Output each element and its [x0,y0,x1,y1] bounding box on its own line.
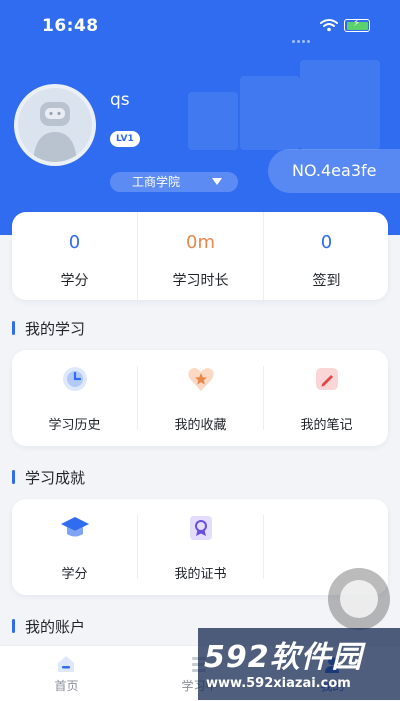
stat-credits[interactable]: 0 学分 [12,212,137,300]
user-number: NO.4ea3fe [292,161,377,180]
stat-value: 0 [320,232,333,253]
header-decoration [300,60,380,150]
study-history-item[interactable]: 学习历史 [12,350,137,446]
achievements-card: 学分 我的证书 [12,499,388,595]
heart-star-icon [188,368,214,391]
stat-label: 学习时长 [172,273,229,289]
user-number-badge: NO.4ea3fe [268,149,400,193]
divider [263,515,264,579]
watermark-url: www.592xiazai.com [206,676,351,691]
status-time: 16:48 [42,16,99,36]
stats-card: 0 学分 0m 学习时长 0 签到 [12,212,388,300]
item-label: 学习历史 [48,418,101,433]
note-pencil-icon [316,368,338,390]
tab-home[interactable]: 首页 [0,646,133,701]
watermark-brand: 592软件园 [204,640,363,675]
tab-label: 首页 [54,679,79,693]
default-avatar-icon [33,102,77,162]
assistive-touch-button[interactable] [328,568,390,630]
battery-icon: ⚡ [344,18,370,32]
avatar[interactable] [14,84,96,166]
graduation-cap-icon [61,517,89,537]
credits-item[interactable]: 学分 [12,499,137,595]
header-decoration [188,92,238,150]
username: qs [110,90,130,110]
status-bar: 16:48 ⚡ [0,0,400,50]
stat-label: 学分 [60,273,89,289]
college-selector[interactable]: 工商学院 [110,172,238,192]
site-watermark: 592软件园 www.592xiazai.com [198,628,400,700]
stat-value: 0m [186,232,215,253]
stat-value: 0 [68,232,81,253]
header-decoration [240,76,300,150]
caret-down-icon [212,178,222,185]
item-label: 我的笔记 [300,418,353,433]
certificate-icon [190,516,212,540]
stat-checkin[interactable]: 0 签到 [264,212,389,300]
item-label: 学分 [61,567,88,582]
item-label: 我的收藏 [174,418,227,433]
stat-label: 签到 [312,273,341,289]
signal-dots-icon [292,28,316,43]
section-title-my-account: 我的账户 [12,616,85,637]
section-title-my-study: 我的学习 [12,318,85,339]
my-notes-item[interactable]: 我的笔记 [264,350,389,446]
section-title-achievements: 学习成就 [12,467,85,488]
stat-study-time[interactable]: 0m 学习时长 [138,212,263,300]
wifi-icon [320,19,338,32]
profile-header: 16:48 ⚡ qs LV1 工商学院 NO.4ea3fe [0,0,400,235]
level-badge: LV1 [110,131,140,147]
my-certificates-item[interactable]: 我的证书 [138,499,263,595]
my-study-card: 学习历史 我的收藏 我的笔记 [12,350,388,446]
home-icon [58,656,74,672]
my-favorites-item[interactable]: 我的收藏 [138,350,263,446]
clock-icon [63,367,87,391]
item-label: 我的证书 [174,567,227,582]
college-label: 工商学院 [132,175,181,189]
